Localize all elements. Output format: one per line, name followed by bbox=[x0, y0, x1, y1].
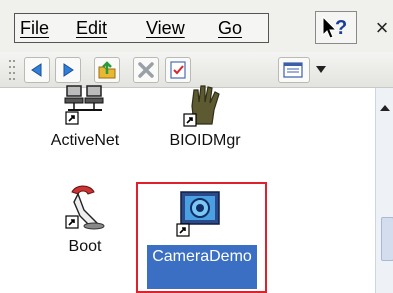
view-mode-icon bbox=[283, 62, 303, 78]
back-button[interactable] bbox=[24, 57, 50, 83]
boot-icon bbox=[65, 185, 105, 230]
file-label-selected[interactable]: CameraDemo bbox=[147, 245, 257, 289]
menu-file[interactable]: File bbox=[20, 18, 49, 39]
scroll-up-arrow-icon[interactable] bbox=[379, 104, 391, 112]
view-mode-button[interactable] bbox=[278, 57, 310, 83]
menu-go[interactable]: Go bbox=[218, 18, 242, 39]
dropdown-arrow-icon[interactable] bbox=[316, 66, 326, 74]
up-folder-button[interactable] bbox=[94, 57, 120, 83]
properties-icon bbox=[170, 61, 186, 79]
file-label: BIOIDMgr bbox=[169, 132, 241, 149]
scroll-thumb[interactable] bbox=[381, 217, 393, 261]
svg-text:?: ? bbox=[335, 17, 347, 39]
help-button[interactable]: ? bbox=[315, 11, 357, 44]
vertical-scrollbar[interactable] bbox=[375, 88, 393, 293]
menu-view[interactable]: View bbox=[146, 18, 185, 39]
file-item-boot[interactable]: Boot bbox=[30, 182, 140, 256]
menu-edit[interactable]: Edit bbox=[76, 18, 107, 39]
help-question-icon: ? bbox=[322, 15, 347, 39]
up-folder-icon bbox=[98, 61, 116, 79]
forward-button[interactable] bbox=[55, 57, 81, 83]
file-item-bioidmgr[interactable]: BIOIDMgr bbox=[150, 84, 260, 150]
close-button[interactable]: × bbox=[367, 11, 393, 44]
forward-arrow-icon bbox=[63, 63, 74, 77]
toolbar-grip[interactable] bbox=[9, 58, 15, 82]
file-item-camerademo[interactable] bbox=[170, 188, 230, 240]
back-arrow-icon bbox=[31, 63, 42, 77]
file-label: Boot bbox=[68, 238, 102, 255]
network-computers-icon bbox=[64, 85, 104, 125]
menu-group: File Edit View Go bbox=[14, 13, 269, 43]
menu-bar: File Edit View Go ? × bbox=[0, 0, 393, 52]
delete-button[interactable] bbox=[133, 57, 159, 83]
properties-button[interactable] bbox=[165, 57, 191, 83]
file-label: ActiveNet bbox=[50, 132, 120, 149]
camera-icon bbox=[176, 191, 220, 237]
delete-x-icon bbox=[138, 62, 154, 78]
file-item-activenet[interactable]: ActiveNet bbox=[30, 84, 140, 150]
file-explorer-window: File Edit View Go ? × ActiveNet BIOIDMgr… bbox=[0, 0, 393, 293]
toolbar bbox=[0, 52, 393, 88]
hand-icon bbox=[183, 85, 220, 127]
